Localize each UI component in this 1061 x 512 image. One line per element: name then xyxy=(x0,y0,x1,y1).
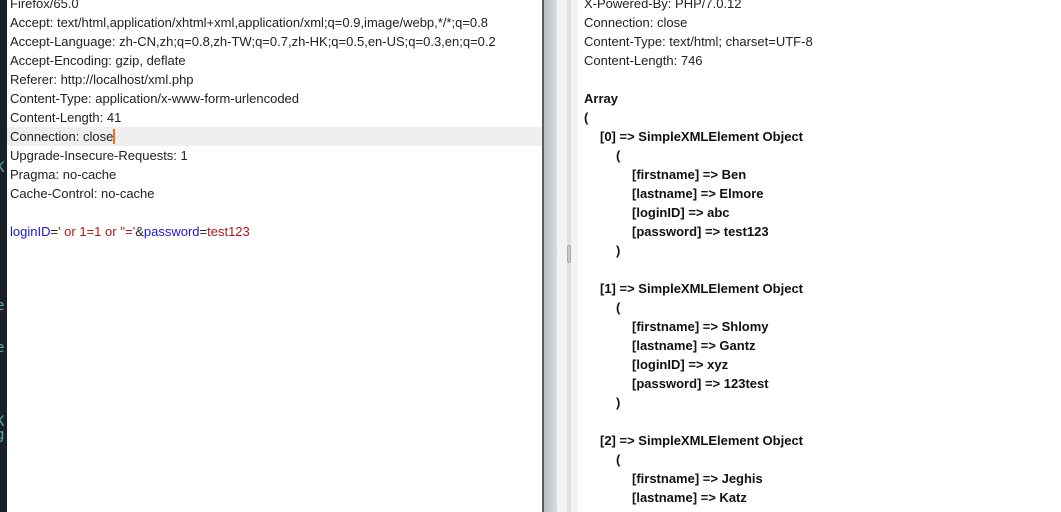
open-paren: ( xyxy=(584,110,589,125)
request-header-line: Pragma: no-cache xyxy=(10,167,117,182)
equals: = xyxy=(199,224,208,239)
request-header-line: Content-Type: application/x-www-form-url… xyxy=(10,91,300,106)
close-paren: ) xyxy=(616,395,621,410)
object-field: [loginID] => xyz xyxy=(632,357,729,372)
ampersand: & xyxy=(135,224,144,239)
object-field: [password] => 123test xyxy=(632,376,769,391)
object-field: [loginID] => abc xyxy=(632,205,730,220)
object-label: [0] => SimpleXMLElement Object xyxy=(600,129,803,144)
object-label: [2] => SimpleXMLElement Object xyxy=(600,433,803,448)
response-viewer[interactable]: X-Powered-By: PHP/7.0.12 Connection: clos… xyxy=(578,0,1061,512)
request-body[interactable]: loginID=' or 1=1 or ''='&password=test12… xyxy=(10,222,250,241)
object-field: [firstname] => Ben xyxy=(632,167,747,182)
request-editor[interactable]: Firefox/65.0 Accept: text/html,applicatio… xyxy=(7,0,542,512)
equals: = xyxy=(50,224,59,239)
response-header-line: X-Powered-By: PHP/7.0.12 xyxy=(584,0,742,11)
close-paren: ) xyxy=(616,243,621,258)
object-field: [password] => test123 xyxy=(632,224,769,239)
object-field: [lastname] => Katz xyxy=(632,490,747,505)
strip-char: e xyxy=(0,298,5,314)
background-editor-strip: K K e e g xyxy=(0,0,7,512)
object-field: [firstname] => Jeghis xyxy=(632,471,763,486)
strip-char: e xyxy=(0,340,5,356)
strip-char: g xyxy=(0,427,5,443)
param-name: password xyxy=(143,224,200,239)
request-header-line: Accept-Encoding: gzip, deflate xyxy=(10,53,186,68)
request-header-line: Referer: http://localhost/xml.php xyxy=(10,72,194,87)
open-paren: ( xyxy=(616,452,621,467)
open-paren: ( xyxy=(616,300,621,315)
open-paren: ( xyxy=(616,148,621,163)
array-label: Array xyxy=(584,91,618,106)
response-header-line: Content-Length: 746 xyxy=(584,53,703,68)
request-header-line: Upgrade-Insecure-Requests: 1 xyxy=(10,148,188,163)
request-header-line: Connection: close xyxy=(10,129,116,144)
param-value: test123 xyxy=(207,224,250,239)
param-name: loginID xyxy=(10,224,51,239)
request-header-line: Content-Length: 41 xyxy=(10,110,122,125)
pane-splitter[interactable] xyxy=(544,0,557,512)
object-field: [lastname] => Elmore xyxy=(632,186,764,201)
request-header-line: Accept: text/html,application/xhtml+xml,… xyxy=(10,15,488,30)
response-header-line: Content-Type: text/html; charset=UTF-8 xyxy=(584,34,813,49)
param-value: ' or 1=1 or ''=' xyxy=(58,224,136,239)
object-field: [firstname] => Shlomy xyxy=(632,319,769,334)
request-header-line: Firefox/65.0 xyxy=(10,0,79,11)
request-header-line: Accept-Language: zh-CN,zh;q=0.8,zh-TW;q=… xyxy=(10,34,496,49)
text-caret xyxy=(113,129,116,144)
strip-char: K xyxy=(0,160,5,176)
object-label: [1] => SimpleXMLElement Object xyxy=(600,281,803,296)
splitter-handle[interactable] xyxy=(567,245,571,263)
response-header-line: Connection: close xyxy=(584,15,688,30)
object-field: [lastname] => Gantz xyxy=(632,338,756,353)
request-header-line: Cache-Control: no-cache xyxy=(10,186,155,201)
